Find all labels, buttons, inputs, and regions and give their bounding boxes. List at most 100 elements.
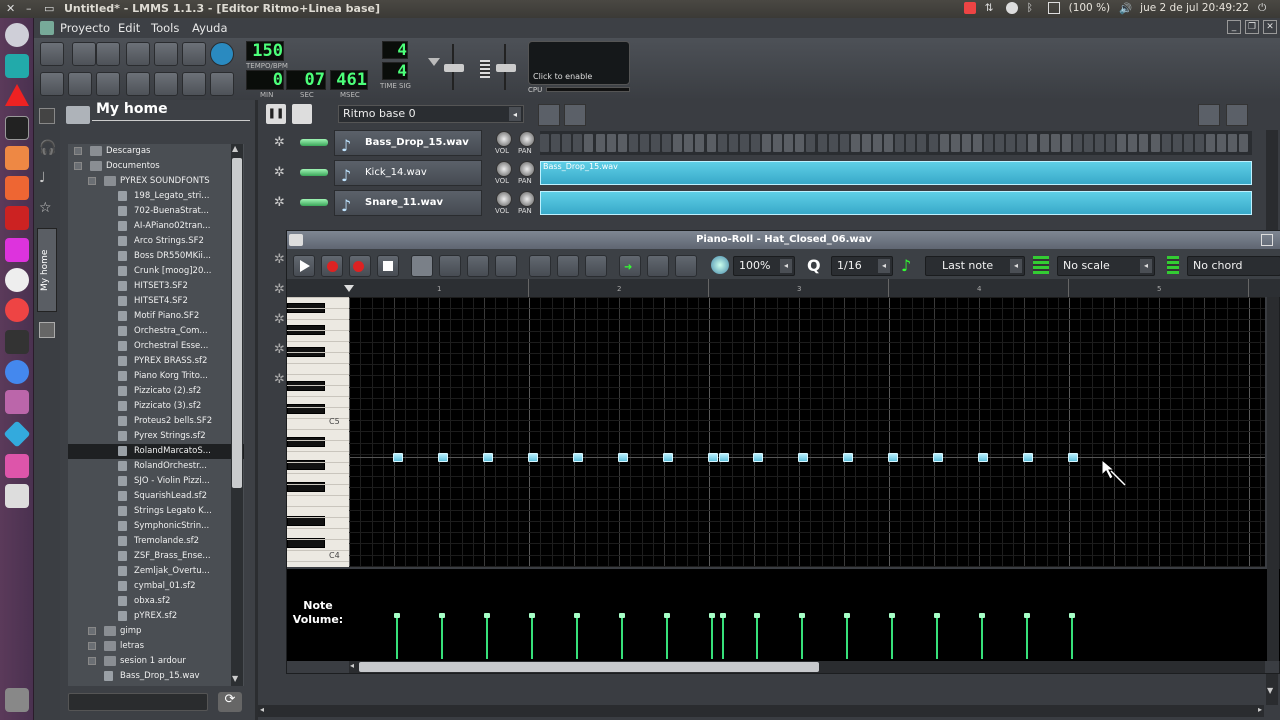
note[interactable]: [618, 453, 628, 462]
step-button[interactable]: [739, 134, 749, 152]
instrument-plugins-icon[interactable]: [39, 108, 55, 124]
track-gear-icon[interactable]: ✲: [274, 165, 290, 181]
menu-ayuda[interactable]: Ayuda: [192, 21, 228, 35]
file-item[interactable]: SquarishLead.sf2: [68, 489, 244, 504]
zoom-arrow-icon[interactable]: ◂: [780, 259, 792, 273]
new-from-template-icon[interactable]: [72, 42, 96, 66]
select-mode-icon[interactable]: [467, 255, 489, 277]
new-project-icon[interactable]: [40, 42, 64, 66]
scroll-down-icon[interactable]: ▼: [232, 674, 242, 684]
file-item[interactable]: SymphonicStrin...: [68, 519, 244, 534]
skip-back-icon[interactable]: [675, 255, 697, 277]
inkscape-icon[interactable]: [5, 330, 29, 354]
note[interactable]: [708, 453, 718, 462]
my-samples-icon[interactable]: ♩: [39, 170, 55, 186]
pan-knob[interactable]: [519, 131, 535, 147]
cut-icon[interactable]: [529, 255, 551, 277]
scroll-right-icon[interactable]: ▸: [1258, 705, 1262, 714]
record-icon[interactable]: [321, 255, 343, 277]
app-purple-icon[interactable]: [5, 390, 29, 414]
step-button[interactable]: [651, 134, 660, 152]
note[interactable]: [1023, 453, 1033, 462]
step-button[interactable]: [828, 134, 838, 152]
browser-scrollbar[interactable]: ▲ ▼: [231, 144, 243, 686]
skip-forward-icon[interactable]: [647, 255, 669, 277]
add-beat-icon[interactable]: [538, 104, 560, 126]
expand-icon[interactable]: [74, 162, 82, 170]
note-volume-bar[interactable]: [621, 615, 623, 659]
piano-roll-minimize-icon[interactable]: [1261, 234, 1273, 246]
oscilloscope[interactable]: Click to enable: [528, 41, 630, 85]
file-item[interactable]: pYREX.sf2: [68, 609, 244, 624]
draw-mode-icon[interactable]: [411, 255, 433, 277]
file-item[interactable]: Zemljak_Overtu...: [68, 564, 244, 579]
file-item[interactable]: cymbal_01.sf2: [68, 579, 244, 594]
note-volume-handle[interactable]: [1069, 613, 1075, 618]
menu-proyecto[interactable]: Proyecto: [60, 21, 110, 35]
play-icon[interactable]: [293, 255, 315, 277]
piano-roll-vscrollbar[interactable]: [1267, 297, 1279, 661]
close-icon[interactable]: ✕: [6, 2, 15, 15]
note-volume-handle[interactable]: [484, 613, 490, 618]
fx-mixer-icon[interactable]: [154, 72, 178, 96]
folder-item[interactable]: letras: [68, 639, 244, 654]
step-button[interactable]: [1095, 134, 1104, 152]
note-volume-handle[interactable]: [439, 613, 445, 618]
detune-mode-icon[interactable]: [495, 255, 517, 277]
clock[interactable]: jue 2 de jul 20:49:22: [1140, 2, 1249, 14]
pan-knob[interactable]: [519, 191, 535, 207]
step-button[interactable]: [1217, 134, 1227, 152]
track-mute-led[interactable]: [300, 199, 328, 206]
step-button[interactable]: [861, 134, 871, 152]
menu-edit[interactable]: Edit: [118, 21, 140, 35]
camera-icon[interactable]: [963, 2, 976, 14]
note-length-combo[interactable]: Last note ◂: [925, 256, 1025, 276]
step-button[interactable]: [595, 134, 605, 152]
step-button[interactable]: [1072, 134, 1082, 152]
scale-combo[interactable]: No scale ◂: [1057, 256, 1155, 276]
step-button[interactable]: [895, 134, 905, 152]
help-icon[interactable]: [210, 42, 234, 66]
step-button[interactable]: [1150, 134, 1160, 152]
add-steps-icon[interactable]: [1226, 104, 1248, 126]
zoom-combo[interactable]: 100% ◂: [733, 256, 795, 276]
file-item[interactable]: RolandOrchestr...: [68, 459, 244, 474]
note-volume-handle[interactable]: [844, 613, 850, 618]
volume-knob[interactable]: [496, 191, 512, 207]
maximize-icon[interactable]: ▭: [44, 2, 54, 15]
chrome-icon[interactable]: [5, 268, 29, 292]
step-button[interactable]: [606, 134, 616, 152]
scroll-up-icon[interactable]: ▲: [232, 144, 242, 154]
note-volume-bar[interactable]: [891, 615, 893, 659]
track-gear-icon[interactable]: ✲: [274, 282, 285, 297]
song-horizontal-scrollbar[interactable]: ◂ ▸: [258, 705, 1264, 717]
step-button[interactable]: [750, 134, 760, 152]
track-gear-icon[interactable]: ✲: [274, 312, 285, 327]
inner-close-icon[interactable]: ✕: [1263, 20, 1277, 34]
step-button[interactable]: [573, 134, 583, 152]
track-mute-led[interactable]: [300, 169, 328, 176]
note-volume-handle[interactable]: [754, 613, 760, 618]
expand-icon[interactable]: [88, 642, 96, 650]
step-button[interactable]: [795, 134, 805, 152]
note[interactable]: [719, 453, 730, 462]
track-gear-icon[interactable]: ✲: [274, 195, 290, 211]
step-button[interactable]: [1050, 134, 1060, 152]
expand-icon[interactable]: [88, 657, 96, 665]
step-button[interactable]: [995, 134, 1005, 152]
note-volume-bar[interactable]: [936, 615, 938, 659]
folder-item[interactable]: sesion 1 ardour: [68, 654, 244, 669]
youtube-icon[interactable]: [5, 206, 29, 230]
note[interactable]: [573, 453, 583, 462]
note[interactable]: [798, 453, 808, 462]
volume-knob[interactable]: [496, 131, 512, 147]
step-button[interactable]: [562, 134, 572, 152]
record-while-playing-icon[interactable]: [349, 255, 371, 277]
power-icon[interactable]: ⏻: [1258, 2, 1270, 14]
file-item[interactable]: ZSF_Brass_Ense...: [68, 549, 244, 564]
folder-item[interactable]: Descargas: [68, 144, 244, 159]
note[interactable]: [663, 453, 673, 462]
file-item[interactable]: Arco Strings.SF2: [68, 234, 244, 249]
recent-projects-icon[interactable]: [126, 42, 150, 66]
track-gear-icon[interactable]: ✲: [274, 372, 285, 387]
